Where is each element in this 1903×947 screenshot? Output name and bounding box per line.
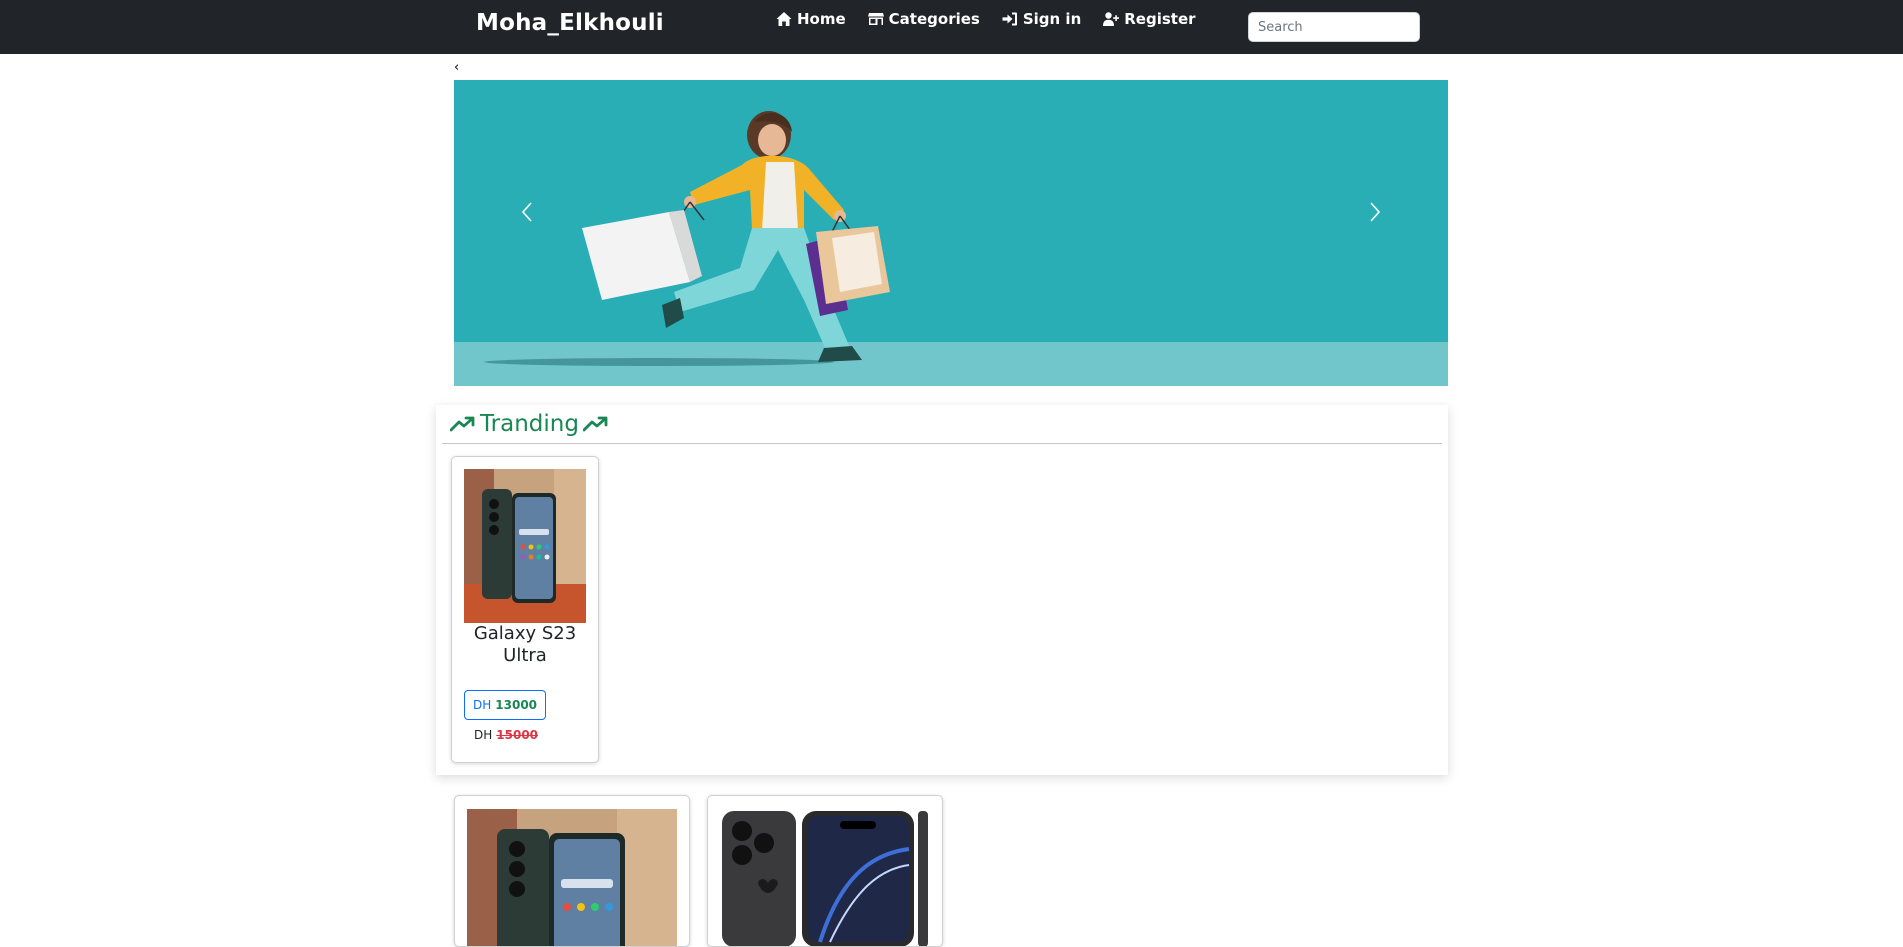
product-name: Galaxy S23 Ultra: [473, 623, 577, 666]
trending-title: Tranding: [480, 411, 579, 437]
brand-logo[interactable]: Moha_Elkhouli: [476, 10, 664, 36]
banner-shopper-image: [582, 111, 890, 362]
nav-home-link[interactable]: Home: [776, 10, 846, 28]
search-input[interactable]: [1248, 12, 1420, 42]
navbar: Moha_Elkhouli Home Categories Sign in Re…: [0, 0, 1903, 54]
nav-register-label: Register: [1124, 10, 1196, 28]
back-link[interactable]: ‹: [454, 60, 459, 75]
trend-up-icon: [582, 416, 608, 432]
nav-signin-label: Sign in: [1022, 10, 1082, 28]
store-icon: [867, 13, 884, 25]
chevron-right-icon: [1370, 202, 1381, 222]
price-button[interactable]: DH 13000: [464, 690, 547, 720]
nav-signin-link[interactable]: Sign in: [1002, 10, 1081, 28]
trending-heading: Tranding: [450, 411, 609, 437]
price-current: 13000: [495, 698, 538, 712]
carousel-next-button[interactable]: [1362, 200, 1386, 224]
old-price-currency: DH: [474, 728, 493, 742]
sign-in-icon: [1002, 12, 1017, 26]
product-image-galaxy: [467, 809, 677, 946]
house-icon: [776, 12, 792, 26]
section-divider: [442, 443, 1442, 444]
product-card-iphone[interactable]: [707, 795, 943, 947]
chevron-left-icon: [521, 202, 532, 222]
user-plus-icon: [1103, 12, 1120, 26]
nav-categories-link[interactable]: Categories: [867, 10, 980, 28]
product-card-galaxy[interactable]: [454, 795, 690, 947]
nav-register-link[interactable]: Register: [1103, 10, 1196, 28]
price-old: DH 15000: [474, 728, 538, 742]
product-image-iphone: [720, 809, 930, 946]
nav-home-label: Home: [797, 10, 846, 28]
trending-section: Tranding Galaxy S23 Ultra DH 13000 DH 15…: [436, 405, 1448, 775]
nav-categories-label: Categories: [888, 10, 980, 28]
carousel-prev-button[interactable]: [516, 200, 540, 224]
hero-banner: [454, 80, 1448, 386]
price-currency: DH: [473, 698, 492, 712]
trending-product-card[interactable]: Galaxy S23 Ultra DH 13000 DH 15000: [451, 456, 599, 763]
trend-up-icon: [450, 416, 475, 432]
price-original: 15000: [496, 728, 539, 742]
main-nav: Home Categories Sign in Register: [776, 10, 1196, 28]
product-image-galaxy: [464, 469, 586, 623]
